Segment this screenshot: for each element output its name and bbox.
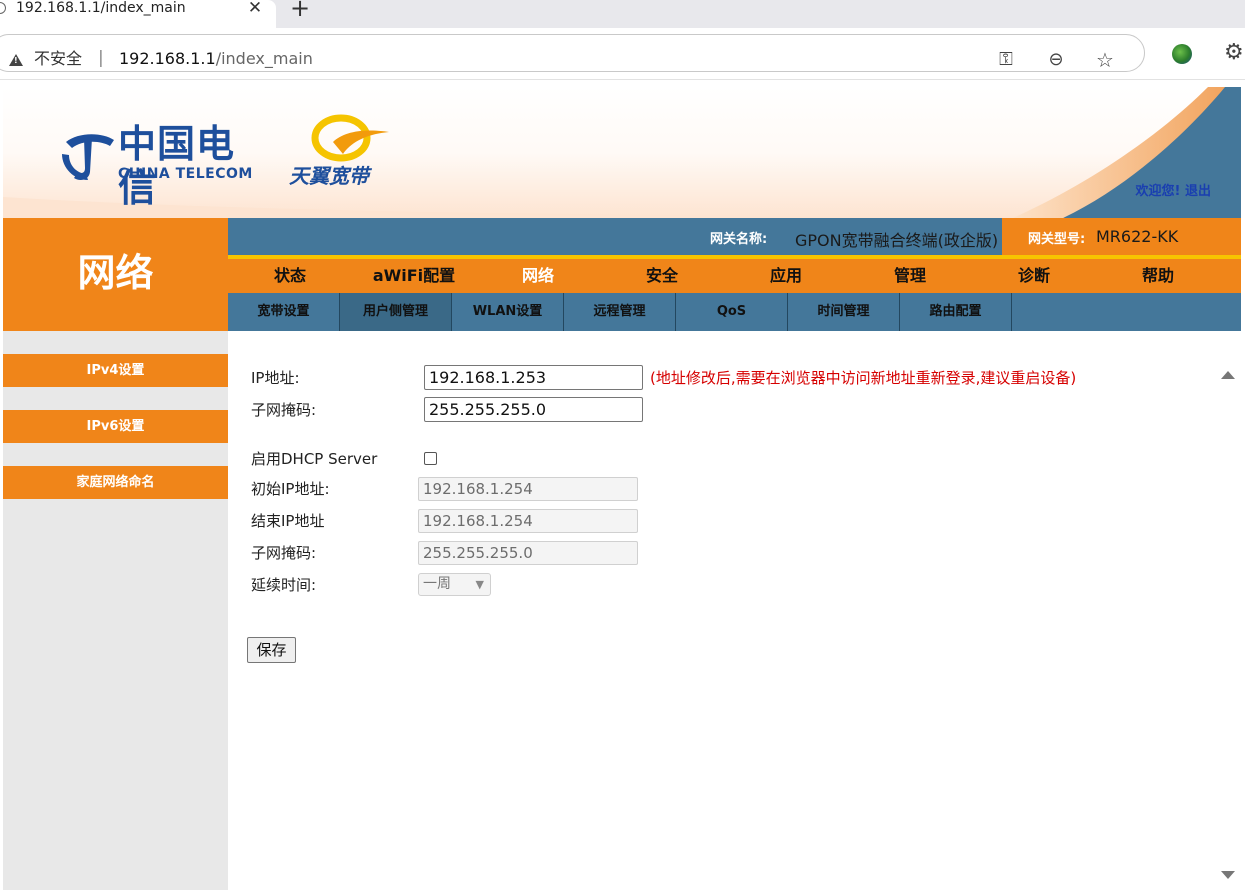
tianyi-broadband-logo: 天翼宽带 (289, 112, 389, 192)
dhcp-subnet-mask-label: 子网掩码: (251, 544, 317, 562)
welcome-area: 欢迎您! 退出 (1136, 180, 1211, 199)
logout-link[interactable]: 退出 (1185, 184, 1211, 199)
ip-change-hint: (地址修改后,需要在浏览器中访问新地址重新登录,建议重启设备) (650, 369, 1077, 387)
gateway-name-label: 网关名称: (710, 232, 768, 247)
start-ip-input: 192.168.1.254 (418, 477, 638, 501)
sub-nav-qos[interactable]: QoS (676, 293, 788, 331)
sub-nav-broadband[interactable]: 宽带设置 (228, 293, 340, 331)
sidebar-item-ipv6[interactable]: IPv6设置 (3, 410, 228, 443)
tianyi-swirl-icon (311, 114, 389, 162)
main-nav-awifi[interactable]: aWiFi配置 (352, 259, 476, 293)
sidebar-item-home-network-name[interactable]: 家庭网络命名 (3, 466, 228, 499)
scroll-up-arrow-icon[interactable] (1221, 371, 1235, 379)
security-status[interactable]: 不安全 (34, 49, 82, 69)
china-telecom-logo: 中国电信 CHINA TELECOM (58, 122, 258, 210)
main-nav-help[interactable]: 帮助 (1096, 259, 1220, 293)
url-text[interactable]: 192.168.1.1/index_main (119, 49, 313, 69)
main-nav-status[interactable]: 状态 (228, 259, 352, 293)
subnet-mask-label: 子网掩码: (251, 401, 317, 419)
end-ip-label: 结束IP地址 (251, 512, 325, 530)
sub-nav-routing[interactable]: 路由配置 (900, 293, 1012, 331)
close-tab-icon[interactable]: ✕ (246, 0, 264, 18)
url-host: 192.168.1.1 (119, 49, 216, 68)
start-ip-label: 初始IP地址: (251, 480, 330, 498)
header-banner: 中国电信 CHINA TELECOM 天翼宽带 欢迎您! 退出 (3, 87, 1241, 218)
main-nav-security[interactable]: 安全 (600, 259, 724, 293)
scroll-down-arrow-icon[interactable] (1221, 871, 1235, 879)
save-button[interactable]: 保存 (247, 637, 296, 663)
section-title-box: 网络 (3, 218, 228, 331)
url-separator: | (98, 48, 104, 68)
sub-nav-lan-management[interactable]: 用户侧管理 (340, 293, 452, 331)
new-tab-icon[interactable]: + (290, 0, 310, 20)
extensions-puzzle-icon[interactable]: ⚙ (1224, 41, 1245, 65)
section-title: 网络 (77, 251, 154, 295)
dhcp-subnet-mask-input: 255.255.255.0 (418, 541, 638, 565)
address-bar[interactable]: 不安全 | 192.168.1.1/index_main ⚿ ⊖ ☆ (0, 34, 1145, 72)
dhcp-server-checkbox[interactable] (424, 452, 437, 465)
zoom-out-icon[interactable]: ⊖ (1046, 50, 1066, 70)
browser-toolbar: 不安全 | 192.168.1.1/index_main ⚿ ⊖ ☆ ⚙ (0, 28, 1245, 80)
browser-tab[interactable]: 192.168.1.1/index_main ✕ (0, 0, 276, 28)
extension-globe-icon[interactable] (1172, 44, 1192, 64)
sub-nav-wlan[interactable]: WLAN设置 (452, 293, 564, 331)
sub-nav: 宽带设置 用户侧管理 WLAN设置 远程管理 QoS 时间管理 路由配置 (228, 293, 1241, 331)
main-nav-network[interactable]: 网络 (476, 259, 600, 293)
main-nav-apps[interactable]: 应用 (724, 259, 848, 293)
tab-title: 192.168.1.1/index_main (16, 0, 186, 16)
main-nav: 状态 aWiFi配置 网络 安全 应用 管理 诊断 帮助 (228, 259, 1241, 293)
subnet-mask-input[interactable]: 255.255.255.0 (424, 397, 643, 422)
browser-tab-bar: 192.168.1.1/index_main ✕ + (0, 0, 1245, 28)
sub-nav-time[interactable]: 时间管理 (788, 293, 900, 331)
gateway-name-value: GPON宽带融合终端(政企版) (795, 231, 999, 250)
lease-time-label: 延续时间: (251, 576, 317, 594)
china-telecom-mark-icon (62, 134, 114, 180)
main-nav-management[interactable]: 管理 (848, 259, 972, 293)
dhcp-server-label: 启用DHCP Server (251, 450, 378, 468)
lease-time-select: 一周 ▼ (418, 573, 491, 596)
url-path: /index_main (215, 49, 313, 68)
password-key-icon[interactable]: ⚿ (996, 50, 1016, 70)
gateway-model-box: 网关型号: MR622-KK (1002, 218, 1241, 255)
gateway-info-bar: 网关名称: GPON宽带融合终端(政企版) 网关型号: MR622-KK (228, 218, 1241, 255)
sidebar-item-ipv4[interactable]: IPv4设置 (3, 354, 228, 387)
gateway-model-label: 网关型号: (1028, 232, 1086, 247)
left-sidebar: IPv4设置 IPv6设置 家庭网络命名 (3, 331, 228, 890)
welcome-text: 欢迎您! (1135, 184, 1181, 199)
site-info-icon (0, 2, 6, 14)
logo-english-text: CHINA TELECOM (118, 166, 253, 182)
main-nav-diagnostics[interactable]: 诊断 (972, 259, 1096, 293)
bookmark-star-icon[interactable]: ☆ (1095, 50, 1115, 70)
chevron-down-icon: ▼ (475, 578, 484, 591)
brand-subtitle: 天翼宽带 (289, 164, 369, 188)
sub-nav-remote[interactable]: 远程管理 (564, 293, 676, 331)
end-ip-input: 192.168.1.254 (418, 509, 638, 533)
warning-icon[interactable] (9, 54, 23, 66)
router-page: 中国电信 CHINA TELECOM 天翼宽带 欢迎您! 退出 网络 网关名称:… (0, 80, 1245, 890)
settings-content: IP地址: 192.168.1.253 (地址修改后,需要在浏览器中访问新地址重… (228, 331, 1241, 890)
lease-time-value: 一周 (423, 576, 451, 592)
ip-address-input[interactable]: 192.168.1.253 (424, 365, 643, 390)
ip-address-label: IP地址: (251, 369, 300, 387)
gateway-model-value: MR622-KK (1096, 227, 1179, 246)
